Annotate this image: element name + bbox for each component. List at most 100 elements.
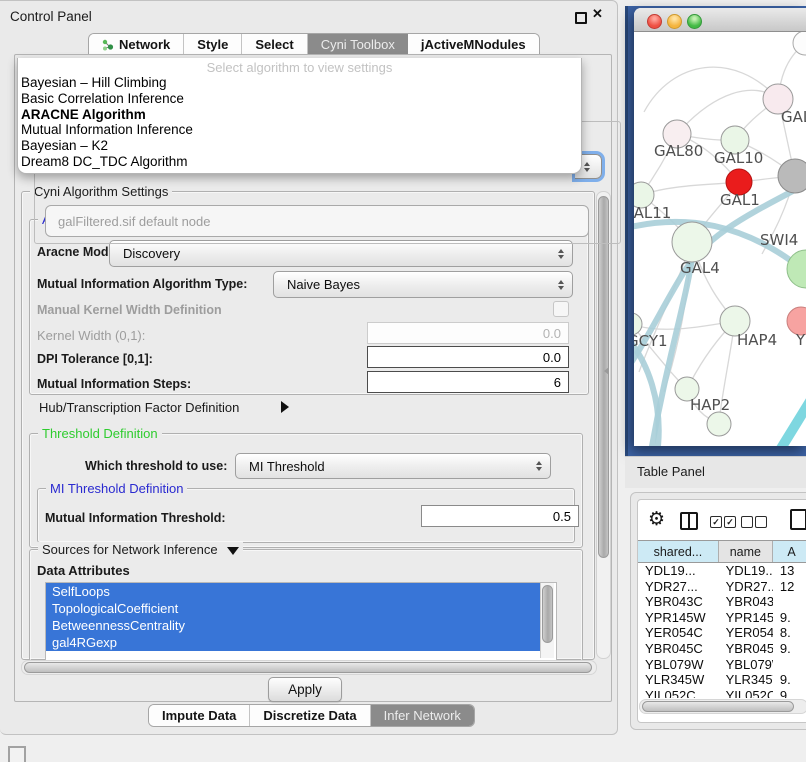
table-header-row: shared...nameA	[638, 540, 806, 563]
combo-arrows-icon	[531, 461, 547, 471]
dropdown-item-mutual-information-inference[interactable]: Mutual Information Inference	[18, 122, 581, 138]
table-cell: YLR345W	[719, 672, 773, 688]
network-node[interactable]	[778, 159, 806, 193]
table-row[interactable]: YPR145WYPR145W9.	[638, 610, 806, 626]
expand-right-icon[interactable]	[281, 401, 289, 413]
table-cell: YBR045C	[638, 641, 719, 657]
dropdown-item-bayesian-hill-climbing[interactable]: Bayesian – Hill Climbing	[18, 75, 581, 91]
table-hscrollbar-thumb[interactable]	[642, 701, 794, 712]
close-panel-icon[interactable]: ✕	[592, 6, 603, 22]
attribute-item-gal4rgexp[interactable]: gal4RGexp	[46, 634, 541, 651]
data-attributes-list[interactable]: SelfLoopsTopologicalCoefficientBetweenne…	[45, 582, 557, 661]
network-node-swi4[interactable]	[787, 250, 806, 288]
which-threshold-value: MI Threshold	[236, 459, 531, 474]
table-cell: 9.	[773, 610, 806, 626]
table-row[interactable]: YIL052CYIL052C9	[638, 688, 806, 698]
mac-minimize-button[interactable]	[667, 14, 682, 29]
aracne-mode-combobox[interactable]: Discovery	[109, 240, 573, 267]
column-header-a[interactable]: A	[773, 541, 806, 562]
table: shared...nameA YDL19...YDL19...13YDR27..…	[638, 540, 806, 698]
network-window[interactable]: GALGAL80GAL10GAL1GAL11GAL4SWI4YGCY1HAP4H…	[634, 8, 806, 446]
attribute-item-selfloops[interactable]: SelfLoops	[46, 583, 541, 600]
data-attributes-label: Data Attributes	[37, 563, 130, 578]
tab-select[interactable]: Select	[242, 34, 307, 55]
table-row[interactable]: YBR043CYBR043C	[638, 594, 806, 610]
table-cell: 9	[773, 688, 806, 698]
apply-button[interactable]: Apply	[268, 677, 342, 702]
network-node[interactable]	[707, 412, 731, 436]
gear-icon[interactable]: ⚙	[648, 508, 665, 530]
network-window-titlebar[interactable]	[634, 8, 806, 32]
table-panel-title: Table Panel	[637, 464, 705, 479]
dropdown-hint: Select algorithm to view settings	[18, 58, 581, 75]
table-row[interactable]: YER054CYER054C8.	[638, 625, 806, 641]
mi-steps-field[interactable]: 6	[367, 371, 569, 393]
attribute-item-betweennesscentrality[interactable]: BetweennessCentrality	[46, 617, 541, 634]
kernel-width-label: Kernel Width (0,1):	[37, 328, 145, 343]
manual-kernel-width-checkbox[interactable]	[553, 301, 569, 317]
network-node-gal4[interactable]	[672, 222, 712, 262]
mi-algorithm-type-combobox[interactable]: Naive Bayes	[273, 271, 573, 298]
dropdown-item-basic-correlation-inference[interactable]: Basic Correlation Inference	[18, 91, 581, 107]
table-cell: YDR27...	[638, 579, 719, 595]
mac-close-button[interactable]	[647, 14, 662, 29]
settings-hscrollbar[interactable]	[21, 660, 597, 675]
table-cell: 12	[773, 579, 806, 595]
which-threshold-combobox[interactable]: MI Threshold	[235, 453, 551, 479]
table-cell: YDL19...	[638, 563, 719, 579]
mac-zoom-button[interactable]	[687, 14, 702, 29]
table-cell: YER054C	[719, 625, 773, 641]
attributes-scrollbar-thumb[interactable]	[542, 585, 553, 643]
column-header-shared[interactable]: shared...	[638, 541, 719, 562]
attribute-item-topologicalcoefficient[interactable]: TopologicalCoefficient	[46, 600, 541, 617]
settings-scrollbar[interactable]	[596, 191, 611, 659]
attributes-scrollbar[interactable]	[540, 583, 554, 658]
node-label-y: Y	[795, 331, 806, 349]
tab-cyni-toolbox[interactable]: Cyni Toolbox	[308, 34, 408, 55]
mi-threshold-label: Mutual Information Threshold:	[45, 511, 226, 525]
dpi-tolerance-field[interactable]: 0.0	[367, 346, 569, 368]
table-cell: YIL052C	[719, 688, 773, 698]
dropdown-item-aracne-algorithm[interactable]: ARACNE Algorithm	[18, 107, 581, 123]
splitpane-collapse-icon[interactable]	[604, 367, 609, 375]
table-row[interactable]: YLR345WYLR345W9.	[638, 672, 806, 688]
column-header-name[interactable]: name	[719, 541, 773, 562]
table-cell: YPR145W	[719, 610, 773, 626]
select-all-icon[interactable]: ✓✓	[710, 516, 736, 528]
tab-infer-network[interactable]: Infer Network	[371, 705, 474, 726]
table-row[interactable]: YBL079WYBL079W	[638, 657, 806, 673]
deselect-all-icon[interactable]	[741, 516, 767, 528]
hub-definition-toggle[interactable]: Hub/Transcription Factor Definition	[39, 400, 239, 415]
table-row[interactable]: YDR27...YDR27...12	[638, 579, 806, 595]
mi-threshold-field[interactable]: 0.5	[421, 505, 579, 527]
new-document-icon[interactable]	[790, 509, 806, 530]
table-cell: YBL079W	[638, 657, 719, 673]
tab-discretize-data[interactable]: Discretize Data	[250, 705, 370, 726]
tab-impute-data[interactable]: Impute Data	[149, 705, 250, 726]
network-node[interactable]	[793, 32, 806, 55]
dropdown-item-dream8-dc-tdc-algorithm[interactable]: Dream8 DC_TDC Algorithm	[18, 154, 581, 170]
minimized-panel-icon[interactable]	[8, 746, 26, 762]
node-label-gal10: GAL10	[714, 149, 763, 167]
network-canvas[interactable]: GALGAL80GAL10GAL1GAL11GAL4SWI4YGCY1HAP4H…	[634, 32, 806, 446]
table-row[interactable]: YBR045CYBR045C9.	[638, 641, 806, 657]
combo-arrows-icon	[553, 249, 569, 259]
tab-label: Style	[197, 37, 228, 52]
application-window: Control Panel ✕ NetworkStyleSelectCyni T…	[0, 0, 806, 762]
table-source-combobox[interactable]: galFiltered.sif default node	[45, 205, 589, 237]
tab-jactivemnodules[interactable]: jActiveMNodules	[408, 34, 539, 55]
settings-scrollbar-thumb[interactable]	[598, 196, 609, 558]
columns-icon[interactable]	[680, 512, 698, 530]
tab-network[interactable]: Network	[89, 34, 184, 55]
table-row[interactable]: YDL19...YDL19...13	[638, 563, 806, 579]
kernel-width-field[interactable]: 0.0	[367, 322, 569, 344]
float-panel-icon[interactable]	[575, 12, 587, 24]
table-cell: YBR043C	[638, 594, 719, 610]
settings-hscrollbar-thumb[interactable]	[24, 662, 592, 673]
collapse-down-icon[interactable]	[227, 547, 239, 555]
mi-algorithm-type-label: Mutual Information Algorithm Type:	[37, 277, 247, 291]
dropdown-item-bayesian-k2[interactable]: Bayesian – K2	[18, 138, 581, 154]
node-label-gal1: GAL1	[720, 191, 760, 209]
tab-style[interactable]: Style	[184, 34, 242, 55]
table-hscrollbar[interactable]	[639, 699, 806, 714]
